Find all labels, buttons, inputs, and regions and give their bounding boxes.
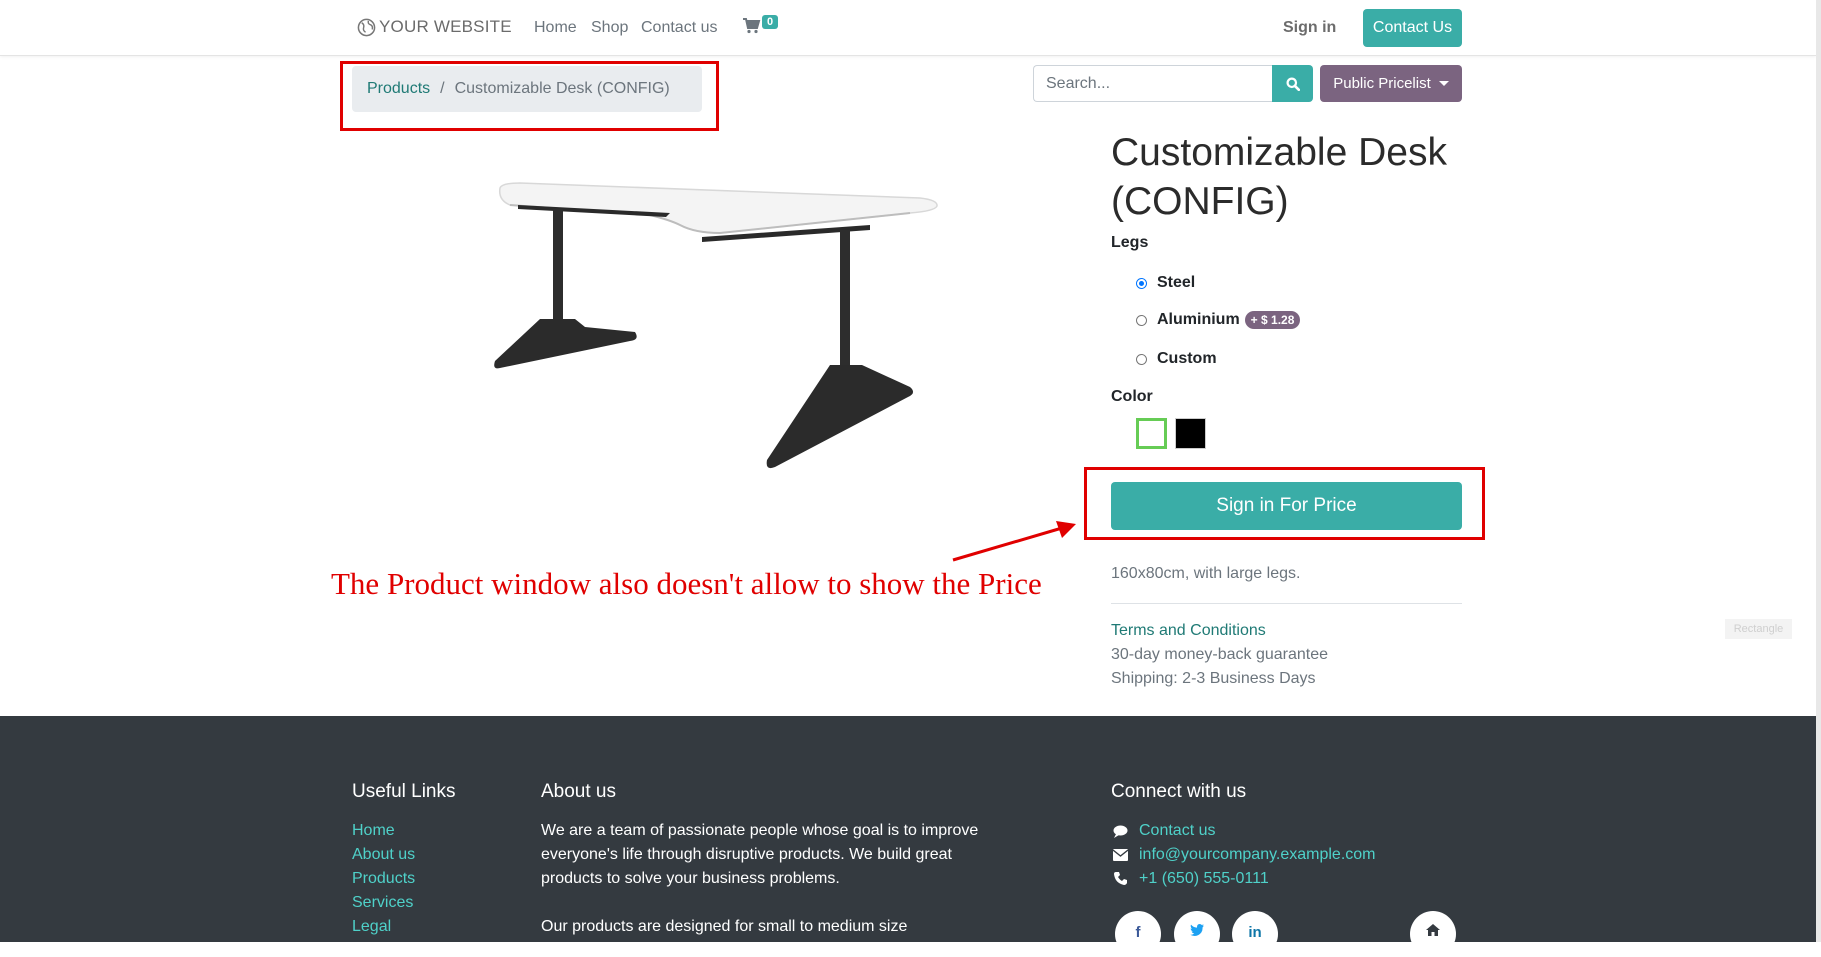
contact-us-button[interactable]: Contact Us [1363, 9, 1462, 47]
footer-link-home[interactable]: Home [352, 822, 395, 840]
about-title: About us [541, 781, 616, 802]
annotation-highlight-box [340, 61, 719, 131]
pricelist-label: Public Pricelist [1333, 75, 1431, 92]
footer-phone-link[interactable]: +1 (650) 555-0111 [1139, 870, 1269, 888]
product-description: 160x80cm, with large legs. [1111, 565, 1301, 582]
caret-down-icon [1438, 81, 1449, 86]
annotation-highlight-box [1084, 467, 1485, 540]
product-image [494, 182, 938, 469]
twitter-icon[interactable] [1174, 911, 1220, 957]
facebook-icon[interactable]: f [1115, 911, 1161, 957]
guarantee-text: 30-day money-back guarantee [1111, 646, 1329, 663]
sign-in-link[interactable]: Sign in [1283, 19, 1336, 37]
envelope-icon [1113, 849, 1128, 861]
home-icon[interactable] [1410, 911, 1456, 957]
pricelist-dropdown[interactable]: Public Pricelist [1320, 65, 1462, 102]
globe-icon [357, 18, 376, 36]
top-navbar: YOUR WEBSITE Home Shop Contact us 0 Sign… [0, 0, 1816, 56]
terms-link[interactable]: Terms and Conditions [1111, 622, 1266, 640]
legs-label: Legs [1111, 234, 1149, 251]
search-icon [1286, 77, 1300, 91]
divider [1111, 603, 1462, 604]
comment-icon [1113, 825, 1128, 838]
legs-option-label: Steel [1157, 274, 1196, 291]
color-label: Color [1111, 388, 1153, 405]
scrollbar[interactable] [1816, 0, 1821, 942]
nav-shop[interactable]: Shop [591, 19, 628, 37]
phone-icon [1114, 872, 1127, 885]
legs-option-label: Custom [1157, 350, 1217, 367]
product-title: Customizable Desk (CONFIG) [1111, 131, 1447, 223]
footer-link-products[interactable]: Products [352, 870, 415, 888]
footer-link-legal[interactable]: Legal [352, 918, 391, 936]
nav-home[interactable]: Home [534, 19, 577, 37]
cart-count-badge: 0 [762, 15, 779, 29]
about-text: We are a team of passionate people whose… [541, 822, 979, 887]
about-text-2: Our products are designed for small to m… [541, 918, 908, 935]
footer-email-link[interactable]: info@yourcompany.example.com [1139, 846, 1376, 864]
footer-link-about-us[interactable]: About us [352, 846, 415, 864]
useful-links-title: Useful Links [352, 781, 456, 802]
legs-option-custom[interactable]: Custom [1136, 350, 1217, 368]
site-logo[interactable]: YOUR WEBSITE [357, 17, 512, 37]
color-swatch-black[interactable] [1175, 418, 1206, 449]
overlay-tag: Rectangle [1725, 619, 1792, 639]
color-swatch-white[interactable] [1136, 418, 1167, 449]
annotation-arrow [952, 521, 1076, 562]
price-extra-badge: + $ 1.28 [1244, 311, 1301, 329]
legs-option-label: Aluminium [1157, 311, 1240, 328]
footer-link-services[interactable]: Services [352, 894, 413, 912]
radio-custom[interactable] [1136, 353, 1147, 365]
cart-icon[interactable] [743, 18, 761, 39]
legs-option-steel[interactable]: Steel [1136, 274, 1195, 292]
nav-contact-us[interactable]: Contact us [641, 19, 717, 37]
linkedin-icon[interactable]: in [1232, 911, 1278, 957]
legs-option-aluminium[interactable]: Aluminium + $ 1.28 [1136, 311, 1301, 329]
search-button[interactable] [1272, 65, 1313, 102]
shipping-text: Shipping: 2-3 Business Days [1111, 670, 1316, 687]
connect-title: Connect with us [1111, 781, 1247, 802]
logo-text: YOUR WEBSITE [379, 17, 512, 36]
footer-contact-link[interactable]: Contact us [1139, 822, 1215, 840]
search-input[interactable] [1033, 65, 1272, 102]
radio-steel[interactable] [1136, 277, 1147, 289]
radio-aluminium[interactable] [1136, 314, 1147, 326]
annotation-text: The Product window also doesn't allow to… [331, 566, 1042, 601]
